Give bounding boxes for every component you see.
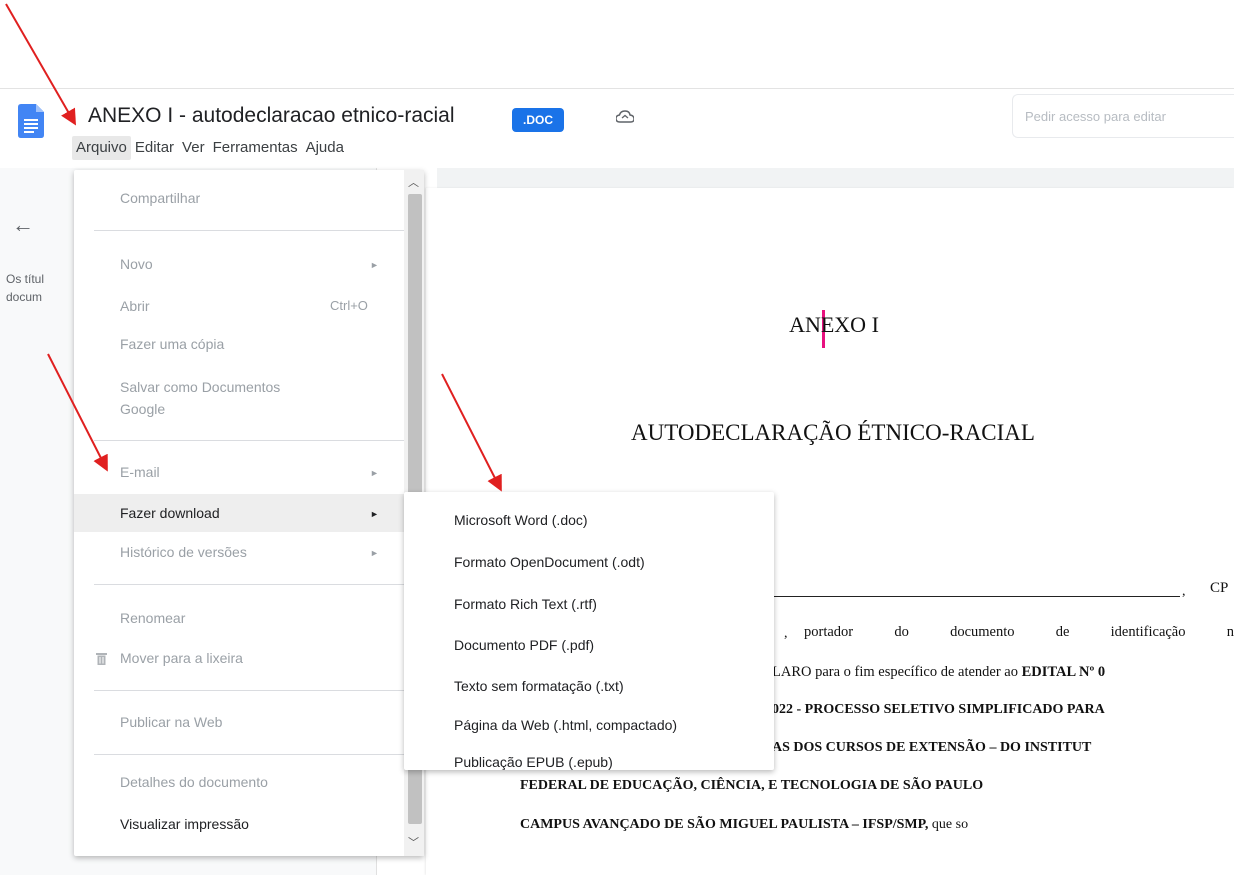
doc-heading-annex: ANEXO I: [789, 312, 879, 337]
doc-word: portador: [804, 624, 854, 640]
menu-item-move-to-trash[interactable]: Mover para a lixeira: [120, 650, 243, 666]
docs-logo-icon[interactable]: [18, 104, 44, 138]
doc-text-bold: CAMPUS AVANÇADO DE SÃO MIGUEL PAULISTA –…: [520, 817, 929, 832]
doc-word: de: [1055, 624, 1070, 640]
doc-text: que so: [931, 817, 969, 832]
download-option-txt[interactable]: Texto sem formatação (.txt): [454, 678, 624, 694]
scroll-down-arrow-icon[interactable]: ﹀: [408, 834, 419, 850]
file-menu-dropdown: Compartilhar Novo ► Abrir Ctrl+O Fazer u…: [74, 170, 424, 856]
menu-item-save-as-google-docs[interactable]: Salvar como Documentos Google: [120, 376, 280, 420]
submenu-arrow-icon: ►: [370, 548, 379, 558]
trash-icon: [96, 653, 107, 665]
request-edit-access-button[interactable]: Pedir acesso para editar: [1012, 94, 1234, 138]
doc-line-1: portador do documento de identificação n: [804, 624, 1234, 641]
file-format-badge: .DOC: [512, 108, 564, 132]
document-title[interactable]: ANEXO I - autodeclaracao etnico-racial: [88, 104, 455, 128]
download-option-epub[interactable]: Publicação EPUB (.epub): [454, 754, 613, 770]
scroll-up-arrow-icon[interactable]: ︿: [408, 174, 419, 190]
doc-heading-declaration: AUTODECLARAÇÃO ÉTNICO-RACIAL: [631, 420, 1035, 445]
menu-item-publish-web[interactable]: Publicar na Web: [120, 714, 222, 730]
doc-line-4: AS DOS CURSOS DE EXTENSÃO – DO INSTITUT: [772, 740, 1092, 755]
menu-item-new[interactable]: Novo: [120, 256, 153, 272]
menu-item-rename[interactable]: Renomear: [120, 610, 185, 626]
doc-text-bold: EDITAL Nº 0: [1021, 664, 1106, 680]
outline-hint: Os títul docum: [6, 270, 72, 306]
doc-text: LARO para o fim específico de atender ao: [772, 664, 1022, 680]
doc-line-6: CAMPUS AVANÇADO DE SÃO MIGUEL PAULISTA –…: [520, 817, 968, 833]
download-option-html[interactable]: Página da Web (.html, compactado): [454, 717, 677, 733]
menu-help[interactable]: Ajuda: [302, 136, 348, 160]
menu-tools[interactable]: Ferramentas: [209, 136, 302, 160]
menu-separator: [94, 440, 406, 441]
menu-item-make-copy[interactable]: Fazer uma cópia: [120, 336, 224, 352]
back-arrow-icon[interactable]: ←: [12, 212, 34, 238]
header-divider: [0, 88, 1234, 89]
shortcut-open: Ctrl+O: [330, 298, 368, 313]
doc-word: n: [1226, 624, 1234, 640]
menu-separator: [94, 690, 406, 691]
download-option-pdf[interactable]: Documento PDF (.pdf): [454, 637, 594, 653]
download-option-odt[interactable]: Formato OpenDocument (.odt): [454, 554, 645, 570]
menu-view[interactable]: Ver: [178, 136, 209, 160]
ruler: [437, 168, 1234, 188]
comma: ,: [1182, 584, 1186, 599]
doc-line-5: FEDERAL DE EDUCAÇÃO, CIÊNCIA, E TECNOLOG…: [520, 778, 984, 793]
cloud-status-icon[interactable]: [616, 110, 634, 124]
cpf-text: CP: [1210, 580, 1229, 596]
doc-word: do: [894, 624, 909, 640]
submenu-arrow-icon: ►: [370, 509, 379, 519]
submenu-arrow-icon: ►: [370, 260, 379, 270]
name-blank-line: [774, 596, 1180, 597]
submenu-arrow-icon: ►: [370, 468, 379, 478]
doc-word: documento: [950, 624, 1015, 640]
save-as-line2: Google: [120, 401, 166, 417]
menu-file[interactable]: Arquivo: [72, 136, 131, 160]
menu-item-share[interactable]: Compartilhar: [120, 190, 200, 206]
menu-item-email[interactable]: E-mail: [120, 464, 160, 480]
download-option-rtf[interactable]: Formato Rich Text (.rtf): [454, 596, 597, 612]
menu-edit[interactable]: Editar: [131, 136, 178, 160]
menu-item-print-preview[interactable]: Visualizar impressão: [120, 816, 249, 832]
menu-item-document-details[interactable]: Detalhes do documento: [120, 774, 268, 790]
doc-word: identificação: [1110, 624, 1186, 640]
menu-separator: [94, 230, 406, 231]
comma2: ,: [784, 626, 788, 641]
menu-item-download[interactable]: Fazer download: [120, 505, 220, 521]
doc-line-3: 022 - PROCESSO SELETIVO SIMPLIFICADO PAR…: [772, 702, 1105, 717]
outline-hint-line2: docum: [6, 290, 43, 304]
outline-hint-line1: Os títul: [6, 272, 45, 286]
download-submenu: Microsoft Word (.doc) Formato OpenDocume…: [404, 492, 774, 770]
save-as-line1: Salvar como Documentos: [120, 379, 281, 395]
menu-item-open[interactable]: Abrir: [120, 298, 150, 314]
menu-separator: [94, 754, 406, 755]
menu-item-version-history[interactable]: Histórico de versões: [120, 544, 247, 560]
download-option-docx[interactable]: Microsoft Word (.doc): [454, 512, 588, 528]
menu-separator: [94, 584, 406, 585]
doc-line-2: LARO para o fim específico de atender ao…: [772, 664, 1105, 681]
menu-bar: Arquivo Editar Ver Ferramentas Ajuda: [72, 136, 348, 160]
